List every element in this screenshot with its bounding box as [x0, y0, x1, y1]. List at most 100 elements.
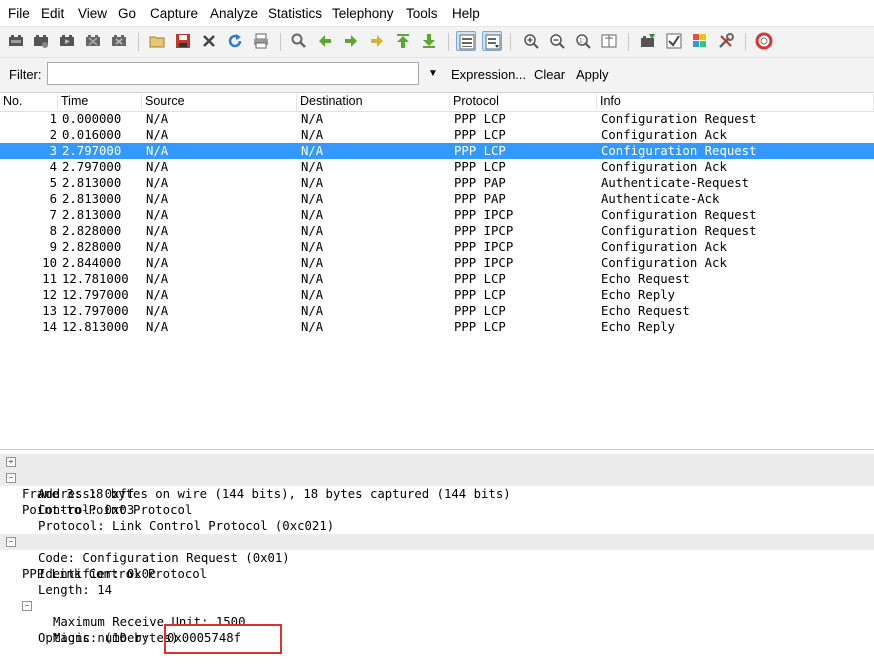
menu-statistics[interactable]: Statistics: [268, 6, 322, 21]
help-icon[interactable]: [754, 31, 774, 51]
column-header-protocol[interactable]: Protocol: [450, 94, 597, 110]
interface-list-icon[interactable]: [6, 31, 26, 51]
normal-size-icon[interactable]: 1:1: [573, 31, 593, 51]
toolbar-separator: [138, 33, 139, 51]
filter-dropdown-icon[interactable]: ▼: [428, 68, 438, 79]
packet-cell-proto: PPP LCP: [454, 288, 506, 302]
filter-label: Filter:: [9, 67, 42, 82]
auto-scroll-icon[interactable]: [482, 31, 502, 51]
start-capture-icon[interactable]: [57, 31, 77, 51]
detail-lcp-identifier[interactable]: Identifier: 0x0c: [38, 566, 156, 582]
detail-option-magic-label[interactable]: Magic number:: [53, 630, 157, 646]
open-file-icon[interactable]: [147, 31, 167, 51]
packet-cell-src: N/A: [146, 224, 169, 238]
collapse-icon[interactable]: −: [6, 537, 16, 547]
packet-cell-dst: N/A: [301, 304, 324, 318]
packet-row[interactable]: 4 2.797000 N/A N/A PPP LCP Configuration Ack: [0, 159, 874, 175]
capture-filters-icon[interactable]: [638, 31, 658, 51]
colorize-icon[interactable]: [456, 31, 476, 51]
column-header-destination[interactable]: Destination: [297, 94, 450, 110]
menu-capture[interactable]: Capture: [150, 6, 198, 21]
packet-row[interactable]: 6 2.813000 N/A N/A PPP PAP Authenticate-Ack: [0, 191, 874, 207]
preferences-icon[interactable]: [716, 31, 736, 51]
column-header-no[interactable]: No.: [0, 94, 58, 110]
zoom-out-icon[interactable]: [547, 31, 567, 51]
menu-go[interactable]: Go: [118, 6, 136, 21]
detail-lcp-row[interactable]: − PPP Link Control Protocol: [0, 534, 874, 581]
packet-cell-src: N/A: [146, 176, 169, 190]
collapse-icon[interactable]: −: [6, 473, 16, 483]
close-file-icon[interactable]: [199, 31, 219, 51]
packet-cell-dst: N/A: [301, 320, 324, 334]
toolbar-separator: [745, 33, 746, 51]
zoom-in-icon[interactable]: [521, 31, 541, 51]
menu-edit[interactable]: Edit: [41, 6, 64, 21]
expand-icon[interactable]: +: [6, 457, 16, 467]
packet-cell-proto: PPP PAP: [454, 176, 506, 190]
reload-icon[interactable]: [225, 31, 245, 51]
go-to-packet-icon[interactable]: [367, 31, 387, 51]
print-icon[interactable]: [251, 31, 271, 51]
menu-file[interactable]: File: [8, 6, 30, 21]
packet-cell-no: 8: [49, 224, 57, 238]
stop-capture-icon[interactable]: [83, 31, 103, 51]
detail-ppp-protocol[interactable]: Protocol: Link Control Protocol (0xc021): [38, 518, 334, 534]
detail-ppp-control[interactable]: Control: 0x03: [38, 502, 134, 518]
packet-row[interactable]: 7 2.813000 N/A N/A PPP IPCP Configuration Req…: [0, 207, 874, 223]
packet-cell-no: 12: [42, 288, 57, 302]
packet-row[interactable]: 8 2.828000 N/A N/A PPP IPCP Configuration Req…: [0, 223, 874, 239]
find-packet-icon[interactable]: [289, 31, 309, 51]
packet-cell-info: Configuration Request: [601, 224, 757, 238]
detail-lcp-code[interactable]: Code: Configuration Request (0x01): [38, 550, 290, 566]
packet-cell-dst: N/A: [301, 240, 324, 254]
resize-columns-icon[interactable]: [599, 31, 619, 51]
detail-ppp-row[interactable]: − Point-to-Point Protocol: [0, 470, 874, 517]
detail-lcp-length[interactable]: Length: 14: [38, 582, 112, 598]
menu-telephony[interactable]: Telephony: [332, 6, 394, 21]
packet-list[interactable]: No. Time Source Destination Protocol Inf…: [0, 93, 874, 450]
packet-row[interactable]: 13 12.797000 N/A N/A PPP LCP Echo Request: [0, 303, 874, 319]
go-back-icon[interactable]: [315, 31, 335, 51]
save-file-icon[interactable]: [173, 31, 193, 51]
packet-row[interactable]: 9 2.828000 N/A N/A PPP IPCP Configuration Ack: [0, 239, 874, 255]
detail-frame-row[interactable]: + Frame 3: 18 bytes on wire (144 bits), …: [0, 454, 874, 501]
expression-button[interactable]: Expression...: [451, 67, 526, 82]
packet-cell-dst: N/A: [301, 192, 324, 206]
menu-analyze[interactable]: Analyze: [210, 6, 258, 21]
go-first-icon[interactable]: [393, 31, 413, 51]
detail-ppp-address[interactable]: Address: 0xff: [38, 486, 134, 502]
go-last-icon[interactable]: [419, 31, 439, 51]
packet-cell-src: N/A: [146, 208, 169, 222]
packet-cell-time: 2.797000: [62, 160, 122, 174]
packet-row[interactable]: 14 12.813000 N/A N/A PPP LCP Echo Reply: [0, 319, 874, 335]
packet-cell-info: Authenticate-Ack: [601, 192, 720, 206]
capture-options-icon[interactable]: [31, 31, 51, 51]
restart-capture-icon[interactable]: [109, 31, 129, 51]
clear-button[interactable]: Clear: [534, 67, 565, 82]
menu-tools[interactable]: Tools: [406, 6, 438, 21]
display-filters-icon[interactable]: [664, 31, 684, 51]
apply-button[interactable]: Apply: [576, 67, 609, 82]
go-forward-icon[interactable]: [341, 31, 361, 51]
packet-row[interactable]: 3 2.797000 N/A N/A PPP LCP Configuration Requ…: [0, 143, 874, 159]
filter-input[interactable]: [47, 62, 419, 85]
column-header-source[interactable]: Source: [142, 94, 297, 110]
packet-cell-time: 0.016000: [62, 128, 122, 142]
packet-row[interactable]: 2 0.016000 N/A N/A PPP LCP Configuration Ack: [0, 127, 874, 143]
column-header-info[interactable]: Info: [597, 94, 874, 110]
packet-details[interactable]: + Frame 3: 18 bytes on wire (144 bits), …: [0, 450, 874, 667]
packet-row[interactable]: 12 12.797000 N/A N/A PPP LCP Echo Reply: [0, 287, 874, 303]
collapse-icon[interactable]: −: [22, 601, 32, 611]
packet-cell-no: 3: [49, 144, 57, 158]
column-header-time[interactable]: Time: [58, 94, 142, 110]
packet-cell-info: Configuration Request: [601, 112, 757, 126]
coloring-rules-icon[interactable]: [690, 31, 710, 51]
packet-row[interactable]: 5 2.813000 N/A N/A PPP PAP Authenticate-Reque…: [0, 175, 874, 191]
detail-lcp-options-row[interactable]: − Options: (10 bytes): [22, 598, 322, 645]
packet-cell-proto: PPP IPCP: [454, 256, 514, 270]
packet-row[interactable]: 1 0.000000 N/A N/A PPP LCP Configuration Requ…: [0, 111, 874, 127]
packet-row[interactable]: 11 12.781000 N/A N/A PPP LCP Echo Request: [0, 271, 874, 287]
packet-row[interactable]: 10 2.844000 N/A N/A PPP IPCP Configuration Ac…: [0, 255, 874, 271]
menu-help[interactable]: Help: [452, 6, 480, 21]
menu-view[interactable]: View: [78, 6, 107, 21]
